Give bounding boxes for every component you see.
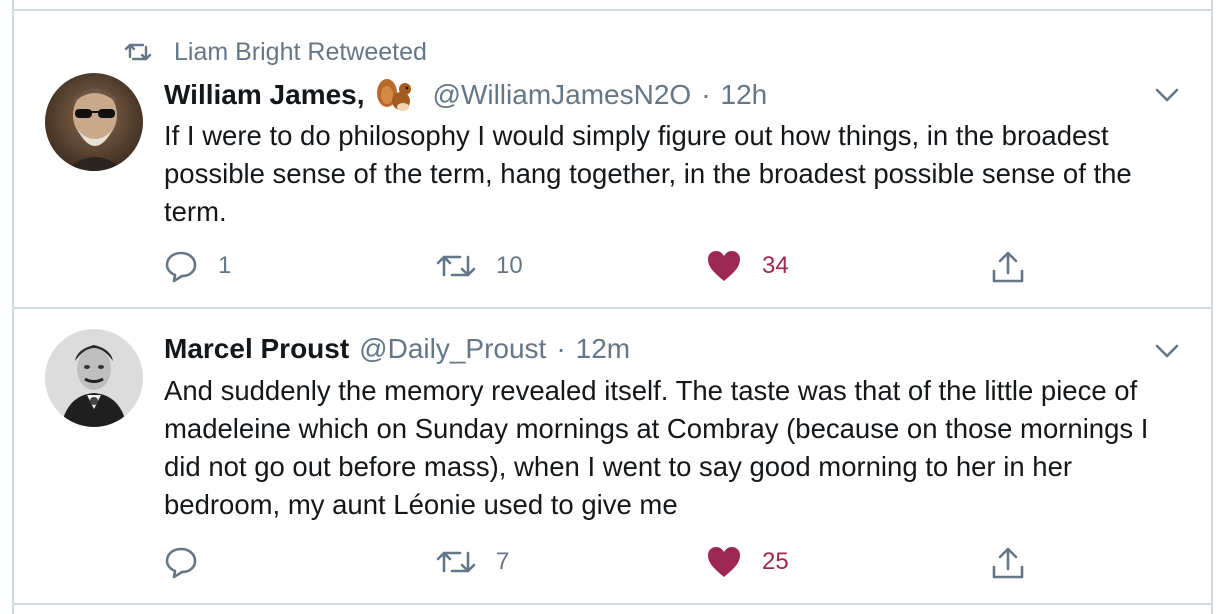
tweet-text: And suddenly the memory revealed itself.… bbox=[164, 375, 1149, 520]
like-count: 34 bbox=[762, 252, 789, 279]
reply-button[interactable] bbox=[164, 545, 218, 579]
like-button[interactable]: 25 bbox=[706, 545, 789, 579]
avatar[interactable] bbox=[45, 73, 143, 171]
retweet-icon bbox=[436, 255, 476, 277]
tweet-header: William James, @WilliamJamesN2O · 12h bbox=[164, 77, 767, 113]
chevron-down-icon[interactable] bbox=[1154, 342, 1180, 360]
author-handle[interactable]: @Daily_Proust bbox=[359, 333, 546, 365]
avatar[interactable] bbox=[45, 329, 143, 427]
reply-icon bbox=[165, 251, 197, 283]
share-icon bbox=[992, 251, 1024, 283]
reply-count: 1 bbox=[218, 252, 232, 279]
tweet-text: If I were to do philosophy I would simpl… bbox=[164, 120, 1132, 227]
author-name[interactable]: Marcel Proust bbox=[164, 333, 349, 365]
separator-dot: · bbox=[556, 333, 566, 364]
author-handle[interactable]: @WilliamJamesN2O bbox=[433, 79, 692, 111]
share-button[interactable] bbox=[990, 545, 1026, 581]
retweet-context-label: Liam Bright Retweeted bbox=[174, 37, 427, 66]
tweet-actions: 1 10 34 bbox=[164, 249, 1064, 289]
retweet-count: 10 bbox=[496, 252, 523, 279]
squirrel-emoji-icon bbox=[376, 79, 411, 111]
share-icon bbox=[992, 547, 1024, 579]
retweet-context[interactable]: Liam Bright Retweeted bbox=[124, 38, 427, 66]
retweet-icon bbox=[436, 551, 476, 573]
retweet-button[interactable]: 10 bbox=[436, 249, 523, 283]
share-button[interactable] bbox=[990, 249, 1026, 285]
tweet-time[interactable]: 12m bbox=[576, 333, 630, 365]
tweet-time[interactable]: 12h bbox=[721, 79, 768, 111]
retweet-icon bbox=[124, 43, 152, 61]
tweet-header: Marcel Proust @Daily_Proust · 12m bbox=[164, 333, 630, 365]
like-count: 25 bbox=[762, 548, 789, 575]
tweet-marcel-proust[interactable]: Marcel Proust @Daily_Proust · 12m And su… bbox=[14, 309, 1211, 603]
retweet-button[interactable]: 7 bbox=[436, 545, 509, 579]
separator-dot: · bbox=[701, 79, 711, 110]
retweet-count: 7 bbox=[496, 548, 510, 575]
reply-button[interactable]: 1 bbox=[164, 249, 231, 283]
divider-bottom bbox=[12, 603, 1213, 605]
chevron-down-icon[interactable] bbox=[1154, 86, 1180, 104]
author-name[interactable]: William James, bbox=[164, 79, 365, 111]
heart-filled-icon bbox=[708, 547, 740, 577]
heart-filled-icon bbox=[708, 251, 740, 281]
avatar-image bbox=[45, 329, 143, 427]
reply-icon bbox=[165, 547, 197, 579]
like-button[interactable]: 34 bbox=[706, 249, 789, 283]
tweet-william-james[interactable]: Liam Bright Retweeted William James, @Wi… bbox=[14, 11, 1211, 307]
avatar-image bbox=[45, 73, 143, 171]
tweet-actions: 7 25 bbox=[164, 545, 1064, 585]
